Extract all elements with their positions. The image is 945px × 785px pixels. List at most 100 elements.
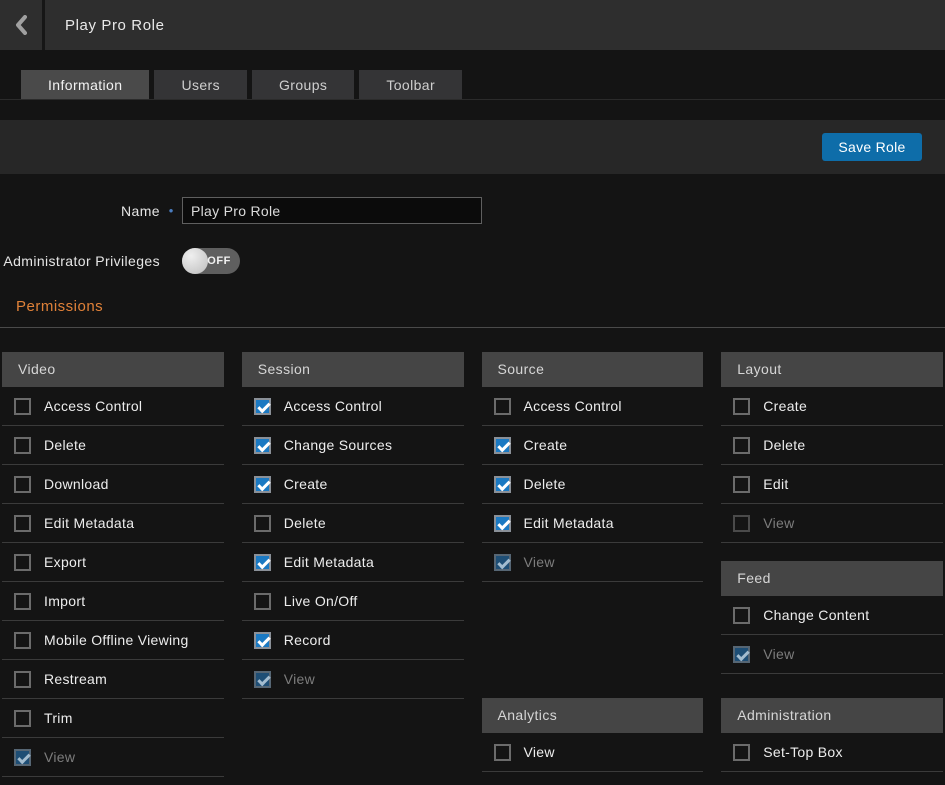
- tab-information[interactable]: Information: [21, 70, 149, 99]
- checkbox-unchecked-icon: [733, 515, 750, 532]
- checkbox-unchecked-icon[interactable]: [14, 710, 31, 727]
- checkbox-unchecked-icon[interactable]: [733, 607, 750, 624]
- checkbox-checked-icon[interactable]: [494, 515, 511, 532]
- checkbox-unchecked-icon[interactable]: [494, 398, 511, 415]
- permission-row: Set-Top Box: [721, 733, 943, 772]
- permission-label: Delete: [284, 515, 326, 531]
- permissions-section: Permissions VideoAccess ControlDeleteDow…: [0, 298, 945, 777]
- checkbox-unchecked-icon[interactable]: [14, 398, 31, 415]
- checkbox-checked-icon[interactable]: [494, 437, 511, 454]
- column-spacer: [721, 674, 943, 698]
- permission-label: Import: [44, 593, 85, 609]
- checkbox-unchecked-icon[interactable]: [254, 515, 271, 532]
- permission-column-3: Layout Create Delete Edit View Feed Change Con…: [721, 352, 943, 777]
- name-row: Name •: [0, 197, 945, 224]
- permission-row: Access Control: [482, 387, 704, 426]
- permission-label: View: [44, 749, 75, 765]
- permission-label: Change Content: [763, 607, 869, 623]
- permission-label: Access Control: [284, 398, 382, 414]
- permission-label: Trim: [44, 710, 73, 726]
- permission-column-1: Session Access Control Change Sources Creat…: [242, 352, 464, 777]
- permission-label: Record: [284, 632, 331, 648]
- checkbox-checked-icon: [254, 671, 271, 688]
- checkbox-checked-icon[interactable]: [254, 398, 271, 415]
- tab-users[interactable]: Users: [154, 70, 247, 99]
- permission-row: Create: [721, 387, 943, 426]
- checkbox-checked-icon[interactable]: [254, 476, 271, 493]
- tab-toolbar[interactable]: Toolbar: [359, 70, 462, 99]
- permissions-heading: Permissions: [16, 298, 945, 315]
- permission-row: Edit Metadata: [482, 504, 704, 543]
- permission-group-header-session: Session: [242, 352, 464, 387]
- checkbox-unchecked-icon[interactable]: [14, 632, 31, 649]
- role-name-input[interactable]: [182, 197, 482, 224]
- permission-row: Edit: [721, 465, 943, 504]
- permission-label: View: [763, 646, 794, 662]
- checkbox-checked-icon: [733, 646, 750, 663]
- permission-row: Create: [242, 465, 464, 504]
- permission-label: Edit: [763, 476, 788, 492]
- tab-groups[interactable]: Groups: [252, 70, 354, 99]
- checkbox-checked-icon[interactable]: [254, 437, 271, 454]
- permission-row: Record: [242, 621, 464, 660]
- permission-row: View: [482, 733, 704, 772]
- permission-group-header-feed: Feed: [721, 561, 943, 596]
- checkbox-unchecked-icon[interactable]: [14, 554, 31, 571]
- checkbox-checked-icon[interactable]: [254, 554, 271, 571]
- permission-group-header-layout: Layout: [721, 352, 943, 387]
- permission-label: View: [284, 671, 315, 687]
- permission-row: Trim: [2, 699, 224, 738]
- permission-label: Edit Metadata: [284, 554, 374, 570]
- checkbox-checked-icon: [14, 749, 31, 766]
- permission-label: Download: [44, 476, 109, 492]
- permission-row: View: [482, 543, 704, 582]
- permission-row: View: [721, 504, 943, 543]
- permission-label: View: [524, 744, 555, 760]
- checkbox-checked-icon[interactable]: [494, 476, 511, 493]
- permission-row: Import: [2, 582, 224, 621]
- checkbox-unchecked-icon[interactable]: [733, 744, 750, 761]
- admin-privileges-label: Administrator Privileges: [0, 253, 160, 269]
- checkbox-unchecked-icon[interactable]: [14, 476, 31, 493]
- permission-label: Export: [44, 554, 86, 570]
- back-button[interactable]: [0, 0, 45, 50]
- permission-label: Edit Metadata: [44, 515, 134, 531]
- checkbox-checked-icon[interactable]: [254, 632, 271, 649]
- checkbox-unchecked-icon[interactable]: [494, 744, 511, 761]
- permission-row: Live On/Off: [242, 582, 464, 621]
- checkbox-unchecked-icon[interactable]: [733, 476, 750, 493]
- permission-row: View: [242, 660, 464, 699]
- permissions-grid: VideoAccess ControlDeleteDownloadEdit Me…: [0, 328, 945, 777]
- checkbox-unchecked-icon[interactable]: [14, 593, 31, 610]
- checkbox-unchecked-icon[interactable]: [14, 671, 31, 688]
- permission-row: Mobile Offline Viewing: [2, 621, 224, 660]
- admin-privileges-row: Administrator Privileges OFF: [0, 248, 945, 274]
- permission-label: Mobile Offline Viewing: [44, 632, 189, 648]
- permission-row: Change Sources: [242, 426, 464, 465]
- permission-label: View: [763, 515, 794, 531]
- toggle-state-label: OFF: [207, 255, 231, 267]
- permission-label: Access Control: [524, 398, 622, 414]
- permission-row: Download: [2, 465, 224, 504]
- permission-label: Create: [524, 437, 568, 453]
- permission-label: Change Sources: [284, 437, 393, 453]
- checkbox-checked-icon: [494, 554, 511, 571]
- checkbox-unchecked-icon[interactable]: [733, 398, 750, 415]
- permission-label: Delete: [524, 476, 566, 492]
- permission-row: Delete: [721, 426, 943, 465]
- admin-privileges-toggle[interactable]: OFF: [182, 248, 240, 274]
- permission-label: Create: [284, 476, 328, 492]
- permission-label: Access Control: [44, 398, 142, 414]
- top-bar: Play Pro Role: [0, 0, 945, 50]
- permission-row: Restream: [2, 660, 224, 699]
- checkbox-unchecked-icon[interactable]: [14, 437, 31, 454]
- permission-label: Create: [763, 398, 807, 414]
- checkbox-unchecked-icon[interactable]: [254, 593, 271, 610]
- action-strip: Save Role: [0, 120, 945, 174]
- checkbox-unchecked-icon[interactable]: [14, 515, 31, 532]
- permission-row: Access Control: [2, 387, 224, 426]
- permission-row: View: [2, 738, 224, 777]
- checkbox-unchecked-icon[interactable]: [733, 437, 750, 454]
- permission-label: Set-Top Box: [763, 744, 843, 760]
- save-role-button[interactable]: Save Role: [822, 133, 922, 161]
